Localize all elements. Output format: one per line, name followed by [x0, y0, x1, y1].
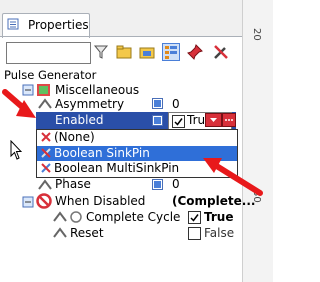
- arrow-right-annotation: [203, 158, 263, 196]
- arrow-left-annotation: [2, 89, 36, 118]
- annotation-arrows: [2, 89, 263, 196]
